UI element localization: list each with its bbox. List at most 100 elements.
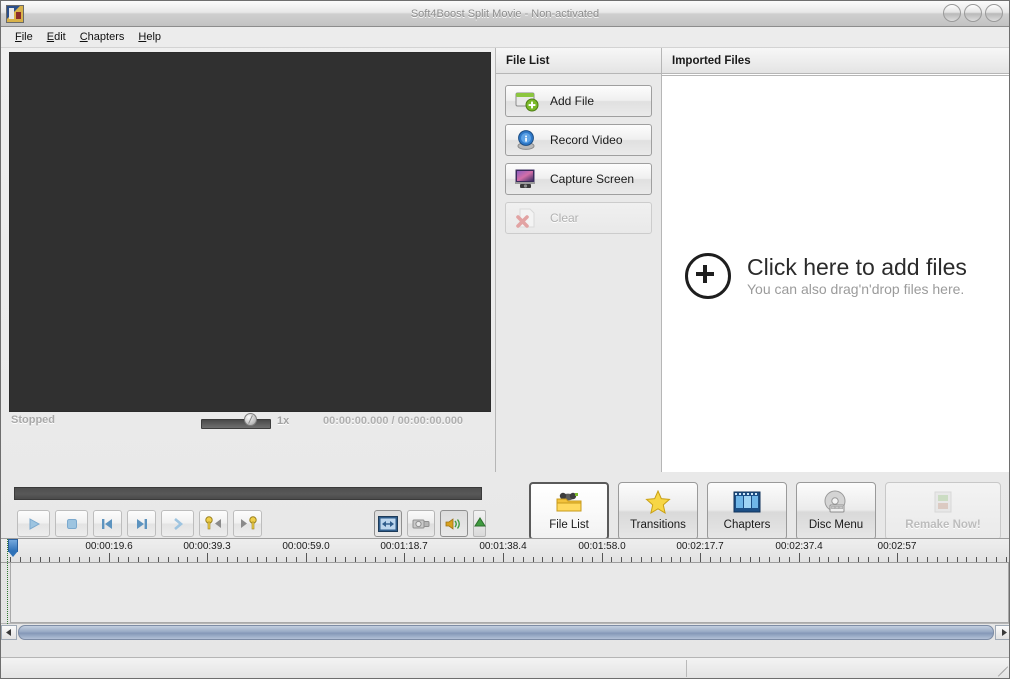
timeline-tick bbox=[937, 557, 938, 562]
timeline-tick bbox=[621, 557, 622, 562]
seek-bar[interactable] bbox=[14, 487, 482, 500]
menu-item-chapters[interactable]: Chapters bbox=[74, 29, 133, 45]
scroll-left-button[interactable] bbox=[1, 625, 17, 640]
green-arrow-icon bbox=[474, 517, 486, 529]
timeline-tick bbox=[59, 557, 60, 562]
timeline-tick bbox=[483, 557, 484, 562]
forward-button[interactable] bbox=[161, 510, 194, 537]
timeline-tick bbox=[434, 557, 435, 562]
timeline-tick bbox=[819, 557, 820, 562]
timeline-tick bbox=[89, 557, 90, 562]
timeline-tick-label: 00:00:19.6 bbox=[85, 541, 132, 552]
player-status-label: Stopped bbox=[11, 414, 55, 426]
capture-screen-button[interactable]: Capture Screen bbox=[505, 163, 652, 195]
timeline-tick bbox=[878, 557, 879, 562]
tab-disc-menu[interactable]: Disc Menu bbox=[796, 482, 876, 540]
video-preview-area[interactable] bbox=[9, 52, 491, 412]
volume-button[interactable] bbox=[440, 510, 468, 537]
plus-circle-icon bbox=[685, 253, 731, 299]
timeline-ruler[interactable]: 00:00:19.600:00:39.300:00:59.000:01:18.7… bbox=[1, 539, 1010, 563]
tab-chapters[interactable]: Chapters bbox=[707, 482, 787, 540]
stop-button[interactable] bbox=[55, 510, 88, 537]
timeline-track-area[interactable] bbox=[10, 563, 1009, 623]
menu-item-help[interactable]: Help bbox=[132, 29, 169, 45]
timeline-tick bbox=[473, 557, 474, 562]
timeline-tick bbox=[286, 557, 287, 562]
timeline-tick bbox=[592, 557, 593, 562]
scroll-thumb[interactable] bbox=[18, 625, 994, 640]
empty-state[interactable]: Click here to add files You can also dra… bbox=[685, 253, 967, 299]
capture-screen-label: Capture Screen bbox=[550, 172, 634, 186]
timeline-tick bbox=[759, 557, 760, 562]
clear-icon bbox=[515, 207, 539, 229]
minimize-button[interactable] bbox=[943, 4, 961, 22]
play-button[interactable] bbox=[17, 510, 50, 537]
timeline-tick-major bbox=[207, 553, 208, 562]
timeline-tick bbox=[40, 557, 41, 562]
timeline-tick bbox=[552, 557, 553, 562]
previous-frame-button[interactable] bbox=[93, 510, 122, 537]
timeline-tick bbox=[365, 557, 366, 562]
timeline-playhead[interactable] bbox=[7, 539, 11, 624]
imported-files-dropzone[interactable]: Click here to add files You can also dra… bbox=[662, 75, 1010, 472]
timeline-tick-label: 00:02:57 bbox=[878, 541, 917, 552]
video-preview[interactable] bbox=[9, 52, 491, 412]
next-frame-button[interactable] bbox=[127, 510, 156, 537]
empty-state-text: Click here to add files You can also dra… bbox=[747, 254, 967, 298]
record-video-button[interactable]: Record Video bbox=[505, 124, 652, 156]
tab-file-list[interactable]: File List bbox=[529, 482, 609, 540]
playback-speed-handle[interactable] bbox=[244, 413, 257, 426]
timeline-tick bbox=[907, 557, 908, 562]
snapshot-button[interactable] bbox=[407, 510, 435, 537]
fullscreen-button[interactable] bbox=[374, 510, 402, 537]
maximize-button[interactable] bbox=[964, 4, 982, 22]
timeline-scrollbar[interactable] bbox=[1, 623, 1010, 641]
playhead-handle[interactable] bbox=[8, 539, 18, 552]
timeline-tick bbox=[296, 557, 297, 562]
scroll-right-button[interactable] bbox=[995, 625, 1010, 640]
timeline-tick-label: 00:00:59.0 bbox=[282, 541, 329, 552]
timeline-tick bbox=[30, 557, 31, 562]
chevron-right-icon bbox=[1000, 629, 1007, 636]
timeline-tick bbox=[789, 557, 790, 562]
timeline-tick bbox=[976, 557, 977, 562]
player-tools bbox=[374, 510, 486, 537]
menu-item-file[interactable]: FFileile bbox=[9, 29, 41, 45]
clear-button[interactable]: Clear bbox=[505, 202, 652, 234]
timeline-tick bbox=[158, 557, 159, 562]
key-prev-button[interactable] bbox=[199, 510, 228, 537]
timeline-tick bbox=[641, 557, 642, 562]
skip-forward-icon bbox=[134, 517, 149, 531]
volume-slider[interactable] bbox=[473, 510, 486, 537]
timeline-tick bbox=[118, 557, 119, 562]
mode-tabs: File List Transitions bbox=[529, 482, 1001, 540]
timeline-tick-major bbox=[404, 553, 405, 562]
key-next-button[interactable] bbox=[233, 510, 262, 537]
timeline-tick bbox=[316, 557, 317, 562]
menu-item-edit[interactable]: Edit bbox=[41, 29, 74, 45]
disc-icon bbox=[822, 489, 850, 515]
add-file-button[interactable]: Add File bbox=[505, 85, 652, 117]
timeline-tick-major bbox=[306, 553, 307, 562]
play-icon bbox=[27, 517, 41, 531]
timeline-tick bbox=[680, 557, 681, 562]
timeline-tick-major bbox=[897, 553, 898, 562]
timeline-tick bbox=[493, 557, 494, 562]
close-button[interactable] bbox=[985, 4, 1003, 22]
tab-file-list-label: File List bbox=[549, 519, 589, 531]
tab-remake-now[interactable]: Remake Now! bbox=[885, 482, 1001, 540]
clear-label: Clear bbox=[550, 211, 579, 225]
playback-speed-slider[interactable] bbox=[201, 419, 271, 429]
timeline-tick bbox=[197, 557, 198, 562]
timeline-tick bbox=[710, 557, 711, 562]
timeline-tick bbox=[858, 557, 859, 562]
resize-grip[interactable] bbox=[995, 664, 1007, 676]
timeline-tick bbox=[138, 557, 139, 562]
timeline-tick-major bbox=[799, 553, 800, 562]
tab-transitions[interactable]: Transitions bbox=[618, 482, 698, 540]
timeline-tick bbox=[888, 557, 889, 562]
timeline-tick bbox=[454, 557, 455, 562]
timeline-tick bbox=[848, 557, 849, 562]
folder-film-icon bbox=[554, 489, 584, 515]
timeline-tick bbox=[326, 557, 327, 562]
